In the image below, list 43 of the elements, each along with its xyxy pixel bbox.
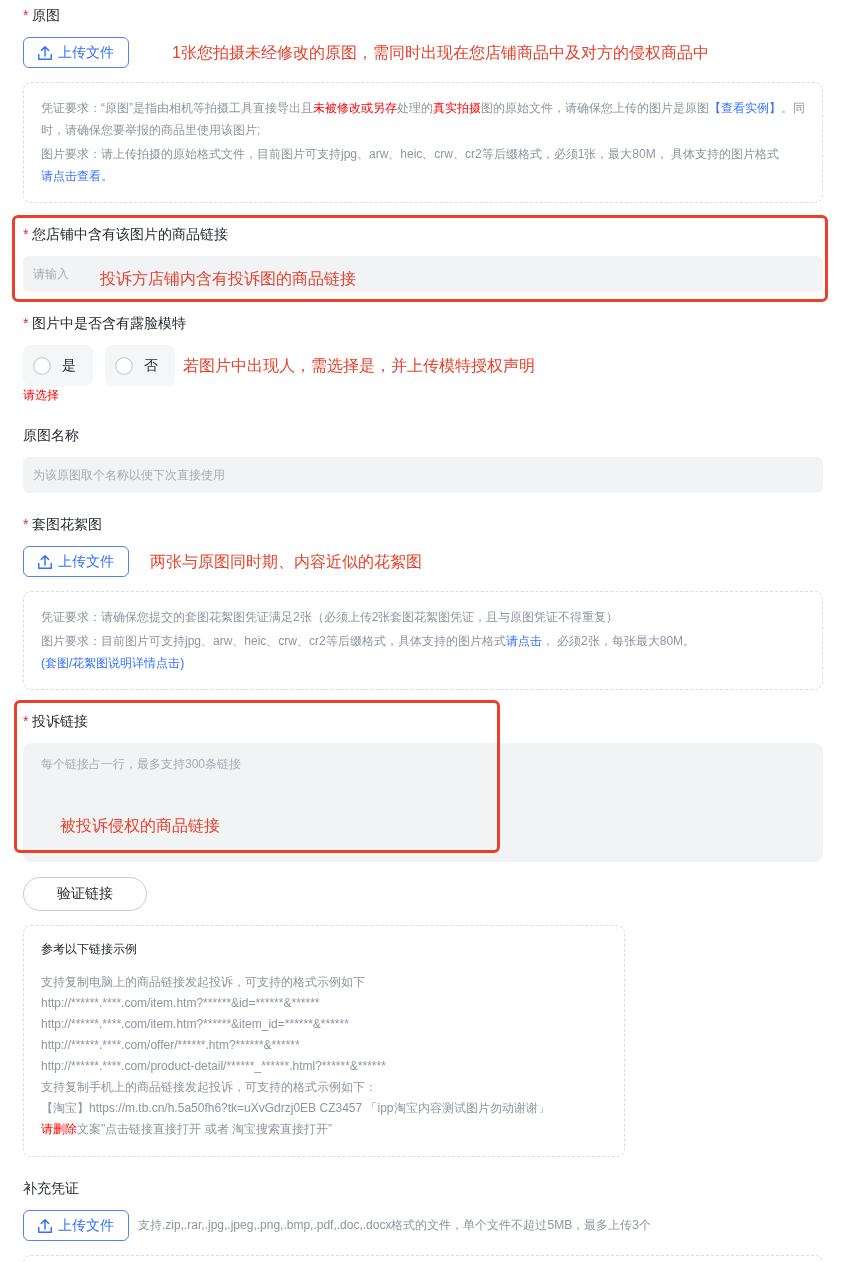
help-link[interactable]: (套图/花絮图说明详情点击)	[41, 656, 185, 670]
field-label: * 原图	[23, 6, 62, 25]
text-input[interactable]: 为该原图取个名称以便下次直接使用	[23, 457, 823, 493]
upload-button[interactable]: 上传文件	[23, 1210, 129, 1241]
help-link[interactable]: 请点击查看。	[41, 169, 113, 183]
format-hint: 支持.zip,.rar,.jpg,.jpeg,.png,.bmp,.pdf,.doc,.docx格式的文件，单个文件不超过5MB，最多上传3个	[138, 1217, 651, 1234]
field-label: * 套图花絮图	[23, 515, 104, 534]
verify-links-button[interactable]: 验证链接	[23, 877, 147, 911]
annotation-text: 1张您拍摄未经修改的原图，需同时出现在您店铺商品中及对方的侵权商品中	[172, 42, 709, 63]
upload-icon	[38, 45, 52, 60]
example-text: 请删除文案"点击链接直接打开 或者 淘宝搜索直接打开”	[41, 1121, 333, 1138]
upload-icon	[38, 554, 52, 569]
radio-option[interactable]: 否	[105, 345, 175, 386]
example-text: http://******.****.com/product-detail/******_******.html?******&******	[41, 1058, 387, 1075]
annotation-text: 投诉方店铺内含有投诉图的商品链接	[100, 269, 356, 289]
radio-option[interactable]: 是	[23, 345, 93, 386]
error-text: 请选择	[23, 387, 60, 404]
example-text: 支持复制电脑上的商品链接发起投诉，可支持的格式示例如下	[41, 974, 366, 991]
field-label: * 图片中是否含有露脸模特	[23, 314, 188, 333]
example-text: http://******.****.com/offer/******.htm?******&******	[41, 1037, 301, 1054]
upload-icon	[38, 1218, 52, 1233]
radio-icon[interactable]	[33, 356, 51, 375]
field-label: 原图名称	[23, 426, 80, 445]
example-text: http://******.****.com/item.htm?******&id=******&******	[41, 995, 321, 1012]
annotation-text: 被投诉侵权的商品链接	[60, 816, 220, 836]
example-text: 【淘宝】https://m.tb.cn/h.5a50fh6?tk=uXvGdrzj0EB CZ3457 「ipp淘宝内容测试图片勿动谢谢」	[41, 1100, 551, 1117]
upload-button[interactable]: 上传文件	[23, 546, 129, 577]
notice-text: 凭证要求：请确保您提交的套图花絮图凭证满足2张（必须上传2张套图花絮图凭证，且与原图凭证不得重复）	[41, 609, 620, 626]
help-link[interactable]: 【查看实例】	[709, 101, 781, 115]
field-label: 补充凭证	[23, 1179, 80, 1198]
notice-text: 图片要求：目前图片可支持jpg、arw、heic、crw、cr2等后缀格式，具体支持的图片格式请点击， 必须2张，每张最大80M。 (套图/花絮图说明详情点击)	[41, 633, 697, 672]
annotation-text: 两张与原图同时期、内容近似的花絮图	[150, 551, 422, 572]
field-label: * 投诉链接	[23, 712, 90, 731]
field-label: * 您店铺中含有该图片的商品链接	[23, 225, 230, 244]
upload-button[interactable]: 上传文件	[23, 37, 129, 68]
notice-text: 图片要求：请上传拍摄的原始格式文件，目前图片可支持jpg、arw、heic、crw、cr2等后缀格式，必须1张，最大80M， 具体支持的图片格式 请点击查看。	[41, 146, 781, 185]
examples-title: 参考以下链接示例	[41, 941, 138, 957]
annotation-text: 若图片中出现人，需选择是，并上传模特授权声明	[183, 355, 535, 376]
radio-icon[interactable]	[115, 356, 133, 375]
notice-text: 凭证要求：“原图”是指由相机等拍摄工具直接导出且未被修改或另存处理的真实拍摄图的原始文件，请确保您上传的图片是原图【查看实例】。同时，请确保您要举报的商品里使用该图片;	[41, 100, 806, 139]
help-link[interactable]: 请点击	[505, 634, 542, 648]
example-text: 支持复制手机上的商品链接发起投诉，可支持的格式示例如下：	[41, 1079, 378, 1096]
example-text: http://******.****.com/item.htm?******&item_id=******&******	[41, 1016, 350, 1033]
